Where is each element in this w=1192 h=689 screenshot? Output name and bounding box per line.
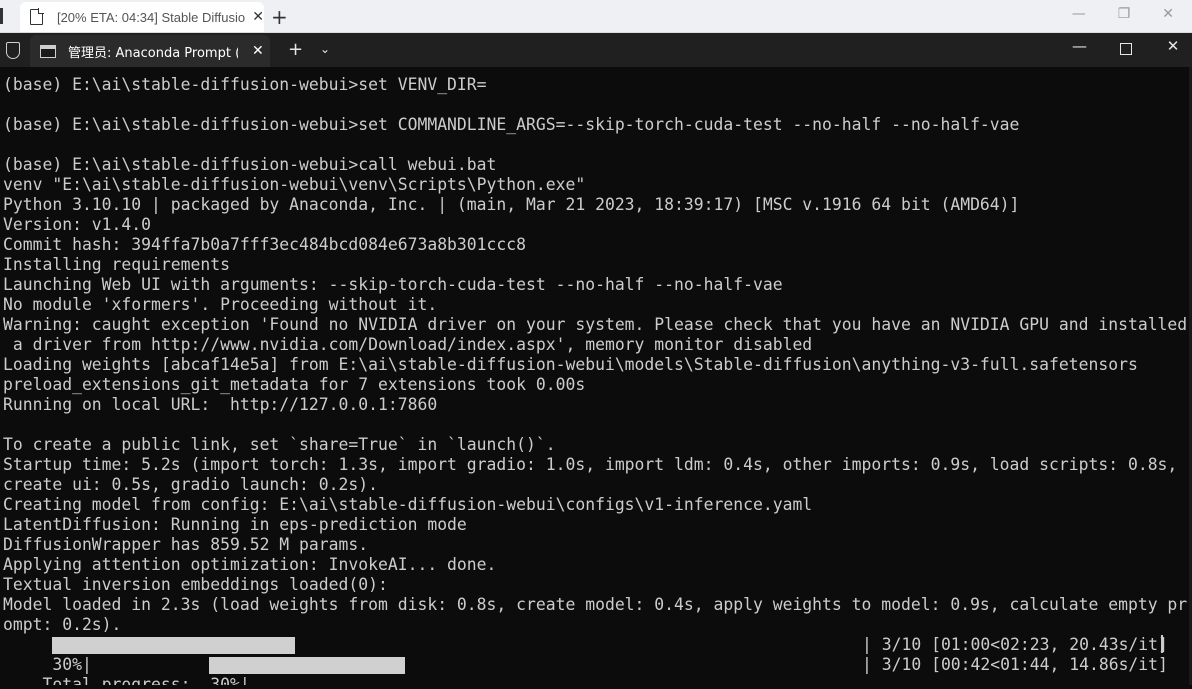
console-line: LatentDiffusion: Running in eps-predicti… <box>3 515 467 534</box>
document-icon <box>30 8 44 25</box>
console-line: Creating model from config: E:\ai\stable… <box>3 495 813 514</box>
terminal-tab-title: 管理员: Anaconda Prompt (mi <box>68 45 238 61</box>
console-line: DiffusionWrapper has 859.52 M params. <box>3 535 369 554</box>
console-line: venv "E:\ai\stable-diffusion-webui\venv\… <box>3 175 586 194</box>
minimize-icon[interactable]: — <box>1072 37 1087 55</box>
console-line: Applying attention optimization: InvokeA… <box>3 555 497 574</box>
terminal-output[interactable]: (base) E:\ai\stable-diffusion-webui>set … <box>0 67 1192 685</box>
step-progress-bar: 30%| | 3/10 [01:00<02:23, 20.43s/it] <box>3 635 1183 674</box>
console-line: a driver from http://www.nvidia.com/Down… <box>3 335 813 354</box>
close-tab-icon[interactable]: ✕ <box>252 9 264 25</box>
console-line: Version: v1.4.0 <box>3 215 152 234</box>
close-icon[interactable]: ✕ <box>1166 37 1180 55</box>
browser-tab-title: [20% ETA: 04:34] Stable Diffusion <box>56 9 247 25</box>
console-line: No module 'xformers'. Proceeding without… <box>3 295 438 314</box>
new-terminal-tab-button[interactable]: + <box>288 39 303 60</box>
terminal-title-bar: 管理员: Anaconda Prompt (mi ✕ + ⌄ — ✕ <box>0 33 1192 67</box>
minimize-icon[interactable]: — <box>1072 6 1086 22</box>
console-line: Warning: caught exception 'Found no NVID… <box>3 315 1188 334</box>
progress-fill <box>52 637 295 654</box>
console-line: Installing requirements <box>3 255 230 274</box>
terminal-icon <box>40 44 56 58</box>
console-line: Textual inversion embeddings loaded(0): <box>3 575 388 594</box>
browser-tab-strip: [20% ETA: 04:34] Stable Diffusion ✕ + — … <box>0 0 1192 33</box>
total-progress-bar: Total progress: 30%| | 3/10 [00:42<01:44… <box>3 655 1183 685</box>
console-line: ompt: 0.2s). <box>3 615 122 634</box>
shield-icon <box>6 42 20 59</box>
browser-tab[interactable]: [20% ETA: 04:34] Stable Diffusion ✕ <box>20 2 264 32</box>
console-line: Model loaded in 2.3s (load weights from … <box>3 595 1188 614</box>
progress-fill <box>209 657 405 674</box>
console-line: (base) E:\ai\stable-diffusion-webui>call… <box>3 155 497 174</box>
restore-icon[interactable]: ❐ <box>1118 6 1131 22</box>
new-tab-button[interactable]: + <box>271 5 288 29</box>
console-line: Loading weights [abcaf14e5a] from E:\ai\… <box>3 355 1138 374</box>
console-line: Startup time: 5.2s (import torch: 1.3s, … <box>3 455 1178 474</box>
maximize-icon[interactable] <box>1120 43 1132 55</box>
progress-track <box>52 637 862 654</box>
progress-suffix: | 3/10 [01:00<02:23, 20.43s/it] <box>862 635 1168 654</box>
console-line: Launching Web UI with arguments: --skip-… <box>3 275 783 294</box>
console-line: To create a public link, set `share=True… <box>3 435 556 454</box>
window-edge <box>0 8 3 24</box>
console-line: Python 3.10.10 | packaged by Anaconda, I… <box>3 195 1020 214</box>
progress-track <box>209 657 862 674</box>
console-line: Commit hash: 394ffa7b0a7fff3ec484bcd084e… <box>3 235 527 254</box>
console-line: Running on local URL: http://127.0.0.1:7… <box>3 395 438 414</box>
console-line: (base) E:\ai\stable-diffusion-webui>set … <box>3 115 1020 134</box>
terminal-tab[interactable]: 管理员: Anaconda Prompt (mi ✕ <box>30 35 270 67</box>
terminal-window-controls: — ✕ <box>1072 37 1180 55</box>
console-line: create ui: 0.5s, gradio launch: 0.2s). <box>3 475 378 494</box>
console-line: preload_extensions_git_metadata for 7 ex… <box>3 375 586 394</box>
chevron-down-icon[interactable]: ⌄ <box>320 42 330 56</box>
console-line: (base) E:\ai\stable-diffusion-webui>set … <box>3 75 487 94</box>
progress-suffix: | 3/10 [00:42<01:44, 14.86s/it] <box>862 655 1168 674</box>
console-lines: (base) E:\ai\stable-diffusion-webui>set … <box>3 75 1187 635</box>
browser-window-controls: — ❐ ✕ <box>1072 6 1174 22</box>
close-tab-icon[interactable]: ✕ <box>252 43 264 59</box>
cursor <box>1161 635 1163 653</box>
close-icon[interactable]: ✕ <box>1162 6 1174 22</box>
